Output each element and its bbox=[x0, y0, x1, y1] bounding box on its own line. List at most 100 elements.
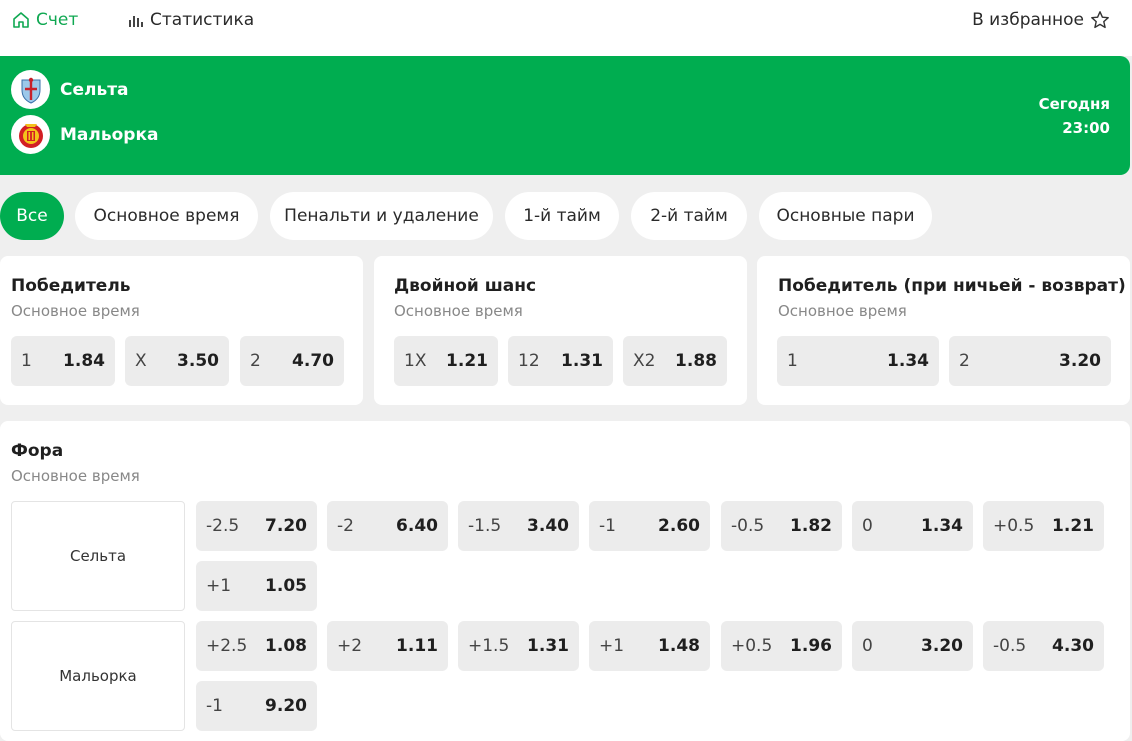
celta-crest-icon bbox=[11, 70, 50, 109]
handicap-odd-button[interactable]: +2 1.11 bbox=[327, 621, 448, 671]
filter-penalties[interactable]: Пенальти и удаление bbox=[270, 192, 493, 240]
odd-label: -2 bbox=[337, 516, 354, 536]
handicap-odd-button[interactable]: +2.5 1.08 bbox=[196, 621, 317, 671]
odd-value: 2.60 bbox=[658, 516, 700, 536]
odd-value: 1.08 bbox=[265, 636, 307, 656]
filter-all[interactable]: Все bbox=[0, 192, 64, 240]
odd-label: +0.5 bbox=[993, 516, 1035, 536]
handicap-odd-button[interactable]: -1 2.60 bbox=[589, 501, 710, 551]
odd-value: 3.20 bbox=[1059, 351, 1101, 371]
odd-value: 1.31 bbox=[561, 351, 603, 371]
odd-label: -2.5 bbox=[206, 516, 240, 536]
match-header: Сельта Мальорка Сегодня 23:00 bbox=[0, 56, 1130, 175]
handicap-odd-button[interactable]: -0.5 4.30 bbox=[983, 621, 1104, 671]
away-team[interactable]: Мальорка bbox=[11, 115, 158, 154]
handicap-odd-button[interactable]: -1.5 3.40 bbox=[458, 501, 579, 551]
handicap-odd-button[interactable]: -2 6.40 bbox=[327, 501, 448, 551]
market-title: Двойной шанс bbox=[394, 276, 537, 296]
odd-label: 2 bbox=[250, 351, 261, 371]
odd-label: 1 bbox=[787, 351, 798, 371]
market-subtitle: Основное время bbox=[11, 467, 140, 485]
odd-label: 2 bbox=[959, 351, 970, 371]
odd-value: 6.40 bbox=[396, 516, 438, 536]
odd-value: 4.70 bbox=[292, 351, 334, 371]
odd-button[interactable]: 12 1.31 bbox=[508, 336, 613, 386]
odd-value: 1.34 bbox=[887, 351, 929, 371]
home-team[interactable]: Сельта bbox=[11, 70, 129, 109]
home-icon bbox=[12, 11, 30, 29]
filter-first-half[interactable]: 1-й тайм bbox=[505, 192, 619, 240]
odd-button[interactable]: 1X 1.21 bbox=[394, 336, 498, 386]
tab-score[interactable]: Счет bbox=[12, 10, 78, 30]
odd-value: 1.84 bbox=[63, 351, 105, 371]
odd-value: 1.96 bbox=[790, 636, 832, 656]
odd-button[interactable]: 2 4.70 bbox=[240, 336, 344, 386]
add-to-favorites-button[interactable]: В избранное bbox=[972, 10, 1110, 30]
handicap-odd-button[interactable]: -0.5 1.82 bbox=[721, 501, 842, 551]
odd-value: 3.40 bbox=[527, 516, 569, 536]
odd-value: 4.30 bbox=[1052, 636, 1094, 656]
odd-button[interactable]: 1 1.34 bbox=[777, 336, 939, 386]
odd-label: -1.5 bbox=[468, 516, 502, 536]
odd-button[interactable]: 1 1.84 bbox=[11, 336, 115, 386]
handicap-odd-button[interactable]: +1.5 1.31 bbox=[458, 621, 579, 671]
tab-score-label: Счет bbox=[36, 10, 79, 30]
handicap-odd-button[interactable]: 0 1.34 bbox=[852, 501, 973, 551]
odd-value: 3.50 bbox=[177, 351, 219, 371]
match-start: Сегодня 23:00 bbox=[1039, 92, 1110, 140]
handicap-odd-button[interactable]: +1 1.48 bbox=[589, 621, 710, 671]
odd-value: 9.20 bbox=[265, 696, 307, 716]
handicap-odd-button[interactable]: +0.5 1.96 bbox=[721, 621, 842, 671]
odd-value: 3.20 bbox=[921, 636, 963, 656]
odd-label: +0.5 bbox=[731, 636, 773, 656]
stats-icon bbox=[128, 12, 144, 28]
odd-value: 1.11 bbox=[396, 636, 438, 656]
market-winner: Победитель Основное время 1 1.84 X 3.50 … bbox=[0, 256, 363, 405]
odd-label: +2 bbox=[337, 636, 363, 656]
odd-label: 12 bbox=[518, 351, 540, 371]
odd-value: 1.21 bbox=[446, 351, 488, 371]
filter-second-half[interactable]: 2-й тайм bbox=[631, 192, 747, 240]
market-subtitle: Основное время bbox=[778, 302, 907, 320]
handicap-odd-button[interactable]: -1 9.20 bbox=[196, 681, 317, 731]
handicap-odd-button[interactable]: 0 3.20 bbox=[852, 621, 973, 671]
match-time: 23:00 bbox=[1062, 119, 1110, 137]
odd-label: 1 bbox=[21, 351, 32, 371]
odd-label: +1.5 bbox=[468, 636, 510, 656]
market-subtitle: Основное время bbox=[11, 302, 140, 320]
market-title: Победитель bbox=[11, 276, 131, 296]
tab-statistics-label: Статистика bbox=[150, 10, 255, 30]
odd-label: X2 bbox=[633, 351, 656, 371]
tab-statistics[interactable]: Статистика bbox=[128, 10, 254, 30]
odd-value: 1.05 bbox=[265, 576, 307, 596]
market-title: Победитель (при ничьей - возврат) bbox=[778, 276, 1126, 296]
odd-value: 1.82 bbox=[790, 516, 832, 536]
handicap-odd-button[interactable]: +0.5 1.21 bbox=[983, 501, 1104, 551]
match-day: Сегодня bbox=[1038, 95, 1110, 113]
odd-label: -1 bbox=[599, 516, 616, 536]
filter-main-bets[interactable]: Основные пари bbox=[759, 192, 932, 240]
filter-regular-time[interactable]: Основное время bbox=[75, 192, 258, 240]
star-icon bbox=[1090, 10, 1110, 30]
odd-label: X bbox=[135, 351, 147, 371]
odd-value: 1.88 bbox=[675, 351, 717, 371]
market-subtitle: Основное время bbox=[394, 302, 523, 320]
handicap-away-team: Мальорка bbox=[11, 621, 185, 731]
odd-label: 0 bbox=[862, 516, 873, 536]
home-team-name: Сельта bbox=[60, 79, 129, 100]
odd-value: 1.21 bbox=[1052, 516, 1094, 536]
market-title: Фора bbox=[11, 441, 64, 461]
market-draw-no-bet: Победитель (при ничьей - возврат) Основн… bbox=[757, 256, 1130, 405]
top-nav: Счет Статистика В избранное bbox=[0, 0, 1132, 56]
handicap-home-team: Сельта bbox=[11, 501, 185, 611]
odd-value: 1.34 bbox=[921, 516, 963, 536]
favorites-label: В избранное bbox=[972, 10, 1084, 30]
odd-button[interactable]: X2 1.88 bbox=[623, 336, 727, 386]
odd-label: 0 bbox=[862, 636, 873, 656]
odd-value: 7.20 bbox=[265, 516, 307, 536]
odd-label: +1 bbox=[599, 636, 625, 656]
handicap-odd-button[interactable]: +1 1.05 bbox=[196, 561, 317, 611]
odd-button[interactable]: X 3.50 bbox=[125, 336, 229, 386]
odd-button[interactable]: 2 3.20 bbox=[949, 336, 1111, 386]
handicap-odd-button[interactable]: -2.5 7.20 bbox=[196, 501, 317, 551]
